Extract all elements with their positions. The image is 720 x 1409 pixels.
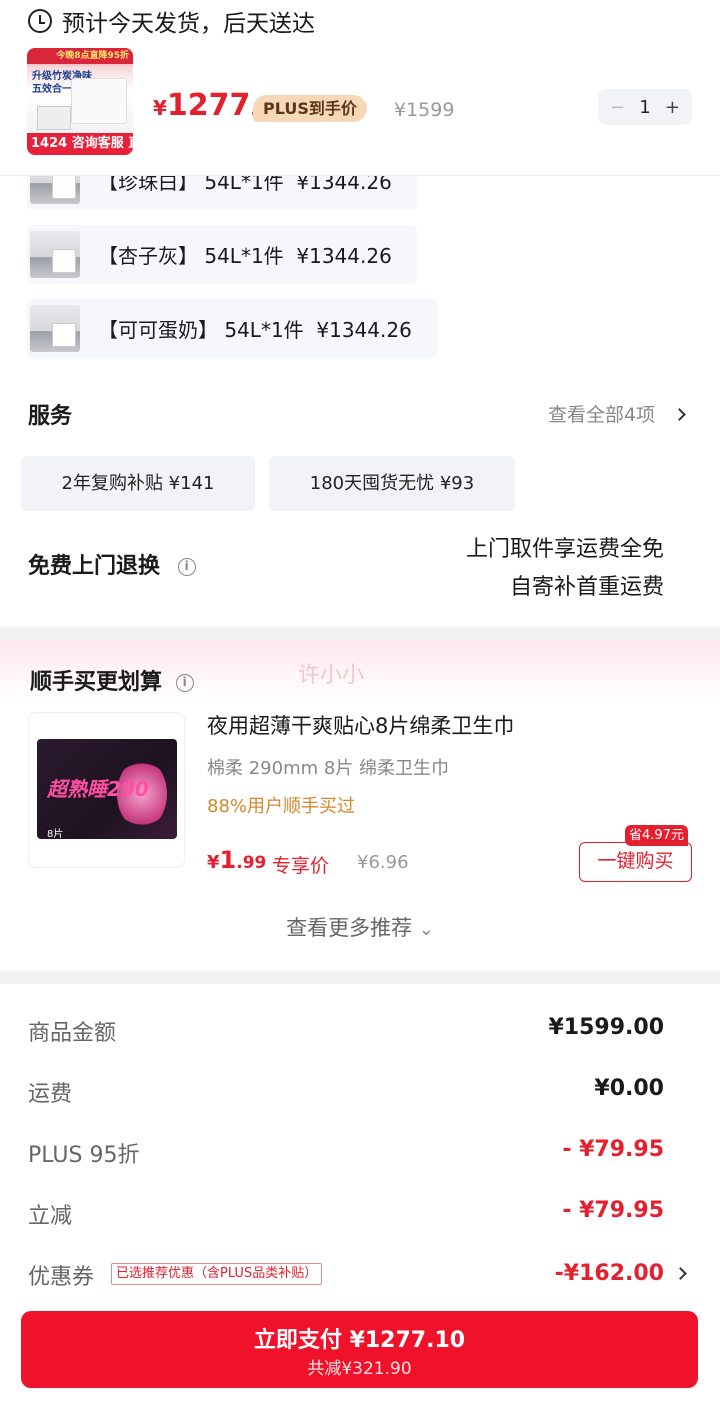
original-price: ¥1599 xyxy=(394,99,455,121)
summary-value-subtotal: ¥1599.00 xyxy=(548,1015,664,1040)
recommend-price: ¥ 1 .99 xyxy=(207,846,266,874)
order-item-header: 预计今天发货，后天送达 今晚8点直降95折 升级竹炭净味 五效合一 1424 咨… xyxy=(0,0,720,176)
variant-label: 【可可蛋奶】 54L*1件 ¥1344.26 xyxy=(98,318,412,342)
variant-image xyxy=(30,231,80,278)
clock-icon xyxy=(28,9,52,33)
product-box-graphic xyxy=(71,78,127,124)
recommend-product-spec: 棉柔 290mm 8片 绵柔卫生巾 xyxy=(207,758,450,779)
see-all-label: 查看全部4项 xyxy=(548,404,656,426)
package-brand-text: 超熟睡290 xyxy=(47,777,149,801)
service-chip-stockup[interactable]: 180天囤货无忧 ¥93 xyxy=(269,456,515,511)
chevron-right-icon xyxy=(673,408,687,421)
watermark: 许小小 xyxy=(298,663,365,688)
delivery-estimate: 预计今天发货，后天送达 xyxy=(28,4,315,38)
service-chip-repurchase[interactable]: 2年复购补贴 ¥141 xyxy=(21,456,255,511)
price-decimal: .99 xyxy=(236,853,267,873)
recommend-product-image[interactable]: 超熟睡290 8片 xyxy=(28,712,185,868)
quantity-stepper: − 1 + xyxy=(598,89,692,125)
package-count-text: 8片 xyxy=(47,829,64,840)
more-recommendations-label: 查看更多推荐 xyxy=(286,916,413,940)
summary-value-shipping: ¥0.00 xyxy=(594,1076,664,1101)
summary-label-subtotal: 商品金额 xyxy=(28,1021,117,1046)
summary-label-plus-discount: PLUS 95折 xyxy=(28,1143,140,1168)
chevron-right-icon[interactable] xyxy=(674,1267,687,1280)
variant-image xyxy=(30,305,80,352)
currency-symbol: ¥ xyxy=(207,852,220,873)
price-integer: 1277 xyxy=(166,88,251,123)
recommend-original-price: ¥6.96 xyxy=(357,852,409,873)
pay-now-label: 立即支付 ¥1277.10 xyxy=(253,1328,466,1353)
pay-now-button[interactable]: 立即支付 ¥1277.10 共减¥321.90 xyxy=(21,1311,698,1388)
variant-item[interactable]: 【可可蛋奶】 54L*1件 ¥1344.26 xyxy=(27,299,438,358)
currency-symbol: ¥ xyxy=(153,96,167,120)
free-return-title: 免费上门退换 i xyxy=(28,548,196,580)
more-recommendations-link[interactable]: 查看更多推荐 ⌄ xyxy=(0,912,720,942)
social-proof: 88%用户顺手买过 xyxy=(207,796,356,817)
one-click-buy-button[interactable]: 一键购买 xyxy=(579,842,692,882)
recommend-title: 顺手买更划算 i xyxy=(30,664,194,696)
summary-label-shipping: 运费 xyxy=(28,1082,73,1107)
variant-label: 【杏子灰】 54L*1件 ¥1344.26 xyxy=(98,244,392,268)
thumbnail-badge: 1424 咨询客服 直降95折 xyxy=(27,133,133,155)
summary-value-plus-discount: - ¥79.95 xyxy=(562,1137,664,1162)
section-divider xyxy=(0,627,720,640)
decrease-button[interactable]: − xyxy=(610,97,625,118)
return-note-line1: 上门取件享运费全免 xyxy=(465,537,664,562)
delivery-text: 预计今天发货，后天送达 xyxy=(62,11,315,37)
services-title: 服务 xyxy=(28,404,73,429)
product-package-graphic: 超熟睡290 8片 xyxy=(37,739,177,840)
return-note-line2: 自寄补首重运费 xyxy=(509,575,664,600)
product-thumbnail[interactable]: 今晚8点直降95折 升级竹炭净味 五效合一 1424 咨询客服 直降95折 xyxy=(27,48,133,155)
info-icon[interactable]: i xyxy=(177,558,196,576)
savings-badge: 省4.97元 xyxy=(625,825,688,846)
summary-label-coupon: 优惠券 xyxy=(28,1265,95,1290)
section-divider xyxy=(0,971,720,984)
exclusive-price-label: 专享价 xyxy=(272,855,330,877)
recommend-title-label: 顺手买更划算 xyxy=(30,670,163,695)
price-integer: 1 xyxy=(219,846,237,874)
info-icon[interactable]: i xyxy=(175,674,194,692)
chevron-down-icon: ⌄ xyxy=(418,919,434,940)
plus-price-tag: PLUS到手价 xyxy=(253,95,367,122)
coupon-value[interactable]: -¥162.00 xyxy=(555,1261,664,1286)
increase-button[interactable]: + xyxy=(665,97,680,118)
see-all-services-link[interactable]: 查看全部4项 xyxy=(548,400,687,427)
recommend-product-title[interactable]: 夜用超薄干爽贴心8片绵柔卫生巾 xyxy=(207,710,514,740)
summary-label-instant-discount: 立减 xyxy=(28,1204,73,1229)
total-savings-label: 共减¥321.90 xyxy=(307,1359,412,1379)
summary-value-instant-discount: - ¥79.95 xyxy=(562,1198,664,1223)
variant-item[interactable]: 【杏子灰】 54L*1件 ¥1344.26 xyxy=(27,225,417,284)
free-return-label: 免费上门退换 xyxy=(28,554,161,579)
quantity-value[interactable]: 1 xyxy=(639,97,650,118)
coupon-selected-tag: 已选推荐优惠（含PLUS品类补贴） xyxy=(111,1263,323,1285)
thumbnail-promo-banner: 今晚8点直降95折 xyxy=(27,48,133,64)
product-box-graphic xyxy=(37,106,71,130)
